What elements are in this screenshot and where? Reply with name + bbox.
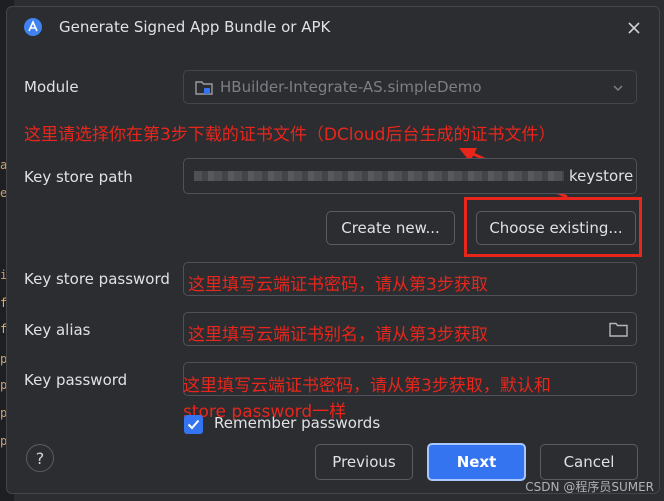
keystore-path-label: Key store path: [24, 168, 133, 186]
android-studio-icon: [24, 18, 42, 36]
dialog-title: Generate Signed App Bundle or APK: [59, 18, 331, 36]
cancel-button[interactable]: Cancel: [540, 444, 638, 480]
module-label: Module: [24, 78, 79, 96]
checkmark-icon: [187, 419, 200, 430]
keystore-password-input[interactable]: 这里填写云端证书密码，请从第3步获取: [183, 262, 637, 296]
choose-existing-button[interactable]: Choose existing...: [476, 211, 636, 245]
annotation-key-password-line1: 这里填写云端证书密码，请从第3步获取，默认和: [183, 376, 551, 396]
key-alias-input[interactable]: 这里填写云端证书别名，请从第3步获取: [183, 312, 637, 346]
previous-button[interactable]: Previous: [315, 444, 413, 480]
help-button[interactable]: ?: [26, 444, 54, 472]
chevron-down-icon: [613, 85, 623, 92]
folder-icon[interactable]: [609, 321, 628, 337]
annotation-keystore-password: 这里填写云端证书密码，请从第3步获取: [188, 275, 488, 295]
annotation-key-alias: 这里填写云端证书别名，请从第3步获取: [188, 325, 488, 345]
csdn-watermark: CSDN @程序员SUMER: [525, 480, 654, 494]
next-button[interactable]: Next: [427, 443, 526, 481]
keystore-password-label: Key store password: [24, 270, 170, 288]
module-value: HBuilder-Integrate-AS.simpleDemo: [220, 78, 482, 96]
remember-passwords-label: Remember passwords: [214, 414, 381, 432]
remember-passwords-checkbox[interactable]: [184, 415, 203, 434]
keystore-path-suffix: keystore: [569, 167, 634, 185]
create-new-button[interactable]: Create new...: [326, 211, 455, 245]
key-password-label: Key password: [24, 371, 128, 389]
keystore-path-blurred: [194, 171, 564, 181]
close-icon[interactable]: [626, 20, 642, 36]
keystore-path-input[interactable]: keystore: [183, 158, 637, 194]
key-alias-label: Key alias: [24, 321, 91, 339]
module-folder-icon: [195, 81, 213, 95]
module-select[interactable]: HBuilder-Integrate-AS.simpleDemo: [183, 70, 637, 104]
